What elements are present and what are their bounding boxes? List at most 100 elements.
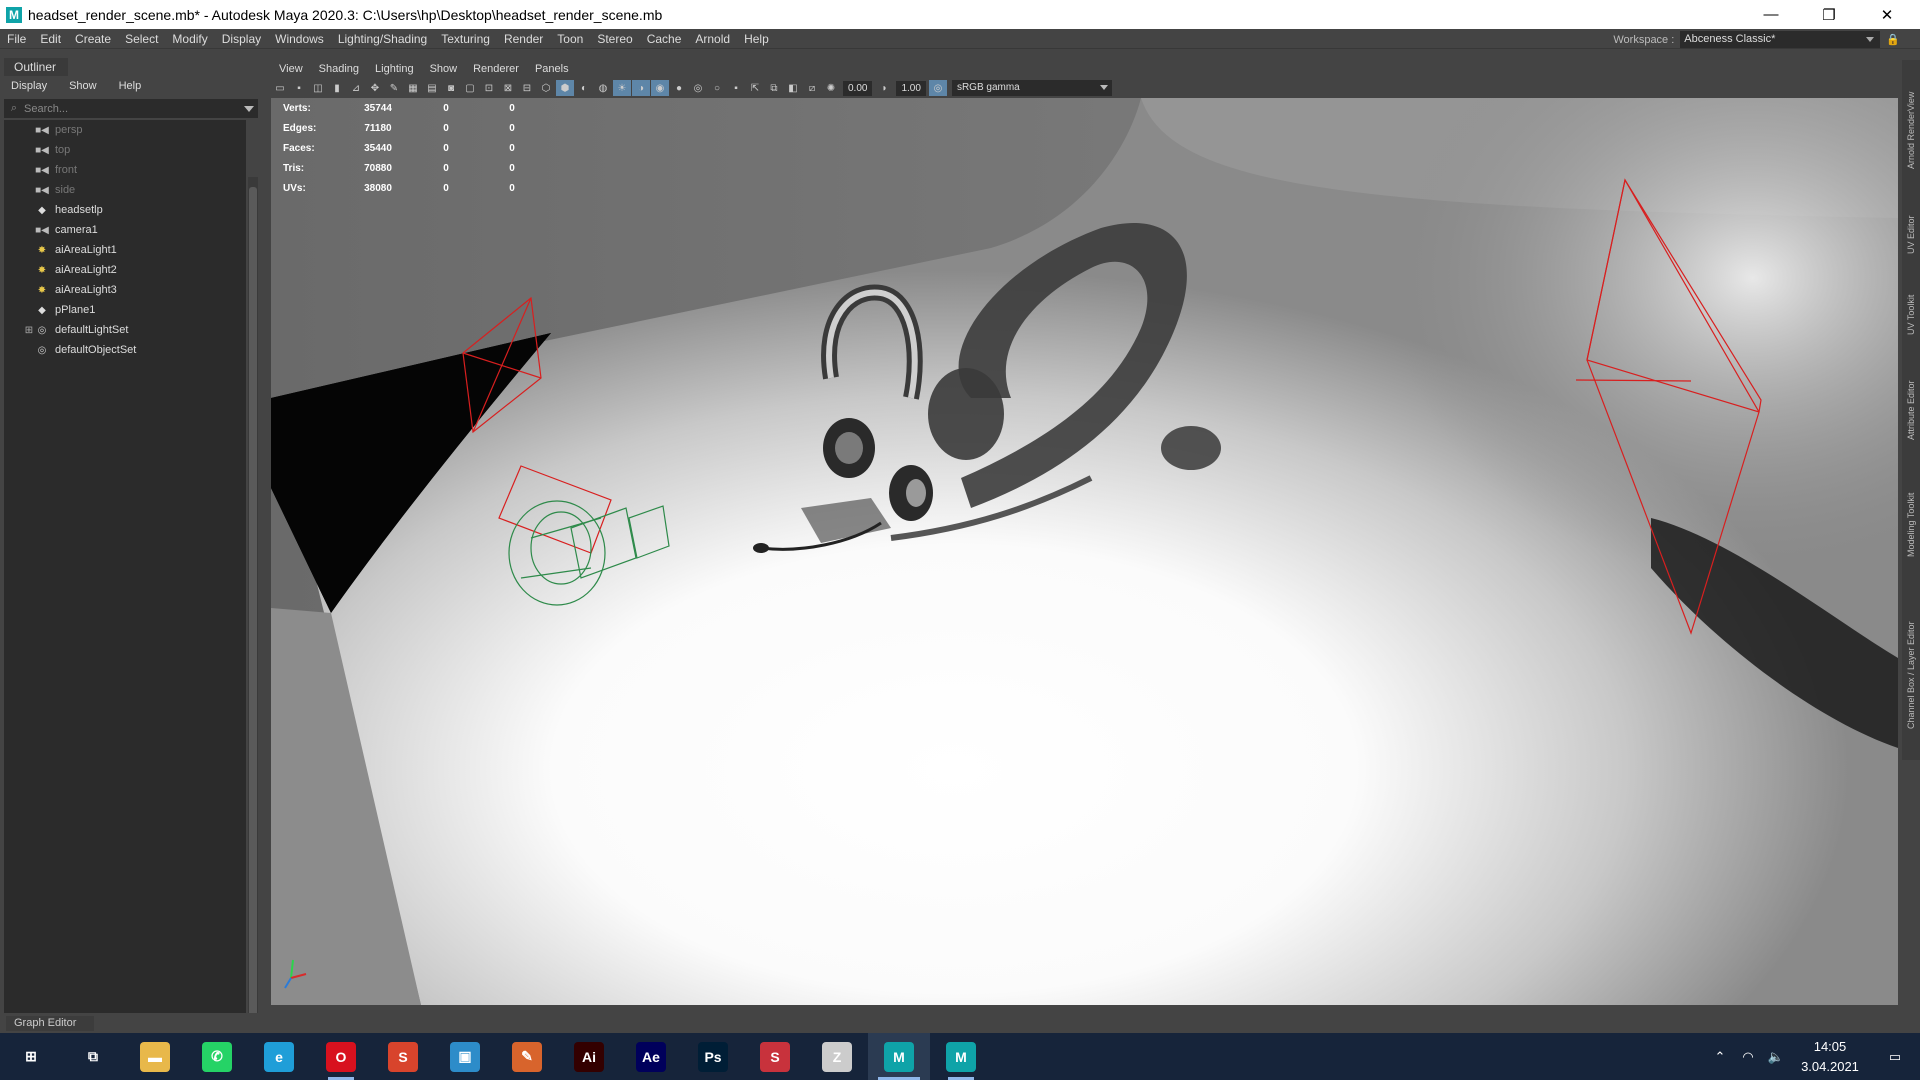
- menu-render[interactable]: Render: [497, 32, 550, 46]
- motion-blur-icon[interactable]: ●: [670, 80, 688, 96]
- outliner-item-top[interactable]: ■◀ top: [4, 140, 246, 160]
- outliner-item-aiarealight2[interactable]: ✸ aiAreaLight2: [4, 260, 246, 280]
- outliner-item-defaultlightset[interactable]: ⊞ ◎ defaultLightSet: [4, 320, 246, 340]
- outliner-item-headsetlp[interactable]: ◆ headsetlp: [4, 200, 246, 220]
- tab-uv-editor[interactable]: UV Editor: [1904, 200, 1918, 270]
- search-input[interactable]: Search...: [24, 103, 240, 115]
- outliner-menu-display[interactable]: Display: [0, 80, 58, 92]
- menu-create[interactable]: Create: [68, 32, 118, 46]
- viewport-3d[interactable]: Verts: 35744 0 0 Edges: 71180 0 0 Faces: 35440 0 0 T…: [271, 98, 1898, 1005]
- panel-menu-show[interactable]: Show: [422, 63, 466, 75]
- tab-arnold-renderview[interactable]: Arnold RenderView: [1904, 70, 1918, 190]
- exposure-field[interactable]: 0.00: [843, 80, 873, 96]
- panel-menu-renderer[interactable]: Renderer: [465, 63, 527, 75]
- taskbar-maya-2-button[interactable]: M: [930, 1033, 992, 1080]
- outliner-item-camera1[interactable]: ■◀ camera1: [4, 220, 246, 240]
- xray-icon[interactable]: ⇱: [746, 80, 764, 96]
- taskbar-illustrator-button[interactable]: Ai: [558, 1033, 620, 1080]
- menu-edit[interactable]: Edit: [33, 32, 68, 46]
- backface-icon[interactable]: ⧄: [803, 80, 821, 96]
- camera-attributes-icon[interactable]: ◫: [309, 80, 327, 96]
- lock-icon[interactable]: 🔒: [1886, 33, 1900, 46]
- expand-icon[interactable]: ⊞: [23, 325, 35, 336]
- menu-toon[interactable]: Toon: [550, 32, 590, 46]
- grid-icon[interactable]: ▦: [404, 80, 422, 96]
- depth-of-field-icon[interactable]: ○: [708, 80, 726, 96]
- wireframe-on-shaded-icon[interactable]: ◐: [575, 80, 593, 96]
- taskbar-maya-button[interactable]: M: [868, 1033, 930, 1080]
- gamma-icon[interactable]: ◗: [875, 80, 893, 96]
- isolate-select-icon[interactable]: ▪: [727, 80, 745, 96]
- taskbar-file-explorer-button[interactable]: ▬: [124, 1033, 186, 1080]
- menu-modify[interactable]: Modify: [165, 32, 214, 46]
- tab-modeling-toolkit[interactable]: Modeling Toolkit: [1904, 470, 1918, 580]
- exposure-icon[interactable]: ✺: [822, 80, 840, 96]
- outliner-item-aiarealight1[interactable]: ✸ aiAreaLight1: [4, 240, 246, 260]
- menu-texturing[interactable]: Texturing: [434, 32, 497, 46]
- grease-pencil-icon[interactable]: ✎: [385, 80, 403, 96]
- volume-icon[interactable]: 🔈: [1762, 1049, 1790, 1065]
- taskbar-substance-button[interactable]: S: [372, 1033, 434, 1080]
- taskbar-pencil-app-button[interactable]: ✎: [496, 1033, 558, 1080]
- shadows-icon[interactable]: ◑: [632, 80, 650, 96]
- panel-menu-panels[interactable]: Panels: [527, 63, 577, 75]
- 2d-pan-zoom-icon[interactable]: ✥: [366, 80, 384, 96]
- menu-lighting-shading[interactable]: Lighting/Shading: [331, 32, 434, 46]
- panel-menu-view[interactable]: View: [271, 63, 311, 75]
- taskbar-task-view-button[interactable]: ⧉: [62, 1033, 124, 1080]
- gate-mask-icon[interactable]: ▢: [461, 80, 479, 96]
- resolution-gate-icon[interactable]: ◙: [442, 80, 460, 96]
- menu-select[interactable]: Select: [118, 32, 165, 46]
- wireframe-icon[interactable]: ⬡: [537, 80, 555, 96]
- taskbar-start-button[interactable]: ⊞: [0, 1033, 62, 1080]
- graph-editor-tab[interactable]: Graph Editor: [6, 1016, 94, 1031]
- minimize-button[interactable]: —: [1748, 0, 1794, 29]
- taskbar-after-effects-button[interactable]: Ae: [620, 1033, 682, 1080]
- menu-display[interactable]: Display: [215, 32, 268, 46]
- outliner-item-persp[interactable]: ■◀ persp: [4, 120, 246, 140]
- menu-windows[interactable]: Windows: [268, 32, 331, 46]
- color-space-dropdown[interactable]: sRGB gamma: [951, 80, 1112, 96]
- workspace-dropdown[interactable]: Abceness Classic*: [1680, 31, 1881, 48]
- outliner-item-defaultobjectset[interactable]: ◎ defaultObjectSet: [4, 340, 246, 360]
- outliner-item-side[interactable]: ■◀ side: [4, 180, 246, 200]
- taskbar-zbrush-button[interactable]: Z: [806, 1033, 868, 1080]
- taskbar-opera-button[interactable]: O: [310, 1033, 372, 1080]
- safe-action-icon[interactable]: ⊠: [499, 80, 517, 96]
- gamma-field[interactable]: 1.00: [896, 80, 926, 96]
- close-button[interactable]: ✕: [1864, 0, 1910, 29]
- tab-channel-box-layer-editor[interactable]: Channel Box / Layer Editor: [1904, 590, 1918, 760]
- taskbar-app-box-button[interactable]: ▣: [434, 1033, 496, 1080]
- menu-file[interactable]: File: [0, 32, 33, 46]
- panel-menu-lighting[interactable]: Lighting: [367, 63, 422, 75]
- outliner-item-front[interactable]: ■◀ front: [4, 160, 246, 180]
- outliner-item-aiarealight3[interactable]: ✸ aiAreaLight3: [4, 280, 246, 300]
- notification-center-icon[interactable]: ▭: [1870, 1049, 1920, 1065]
- field-chart-icon[interactable]: ⊡: [480, 80, 498, 96]
- menu-arnold[interactable]: Arnold: [688, 32, 737, 46]
- film-gate-icon[interactable]: ▤: [423, 80, 441, 96]
- image-plane-icon[interactable]: ⊿: [347, 80, 365, 96]
- clock[interactable]: 14:05 3.04.2021: [1790, 1037, 1870, 1077]
- xray-components-icon[interactable]: ◧: [784, 80, 802, 96]
- outliner-menu-help[interactable]: Help: [108, 80, 153, 92]
- taskbar-whatsapp-button[interactable]: ✆: [186, 1033, 248, 1080]
- color-management-icon[interactable]: ◎: [928, 80, 947, 96]
- outliner-item-pplane1[interactable]: ◆ pPlane1: [4, 300, 246, 320]
- taskbar-photoshop-button[interactable]: Ps: [682, 1033, 744, 1080]
- search-options-chevron-icon[interactable]: [240, 99, 258, 118]
- menu-stereo[interactable]: Stereo: [590, 32, 639, 46]
- outliner-vertical-scrollbar[interactable]: [248, 177, 258, 1037]
- xray-joints-icon[interactable]: ⧉: [765, 80, 783, 96]
- ambient-occlusion-icon[interactable]: ◉: [651, 80, 669, 96]
- menu-cache[interactable]: Cache: [640, 32, 689, 46]
- lock-camera-icon[interactable]: ▪: [290, 80, 308, 96]
- maximize-button[interactable]: ❐: [1806, 0, 1852, 29]
- outliner-menu-show[interactable]: Show: [58, 80, 108, 92]
- menu-help[interactable]: Help: [737, 32, 776, 46]
- tab-uv-toolkit[interactable]: UV Toolkit: [1904, 280, 1918, 350]
- taskbar-substance-painter-button[interactable]: S: [744, 1033, 806, 1080]
- show-hidden-icons-icon[interactable]: ⌃: [1706, 1049, 1734, 1065]
- select-camera-icon[interactable]: ▭: [271, 80, 289, 96]
- smooth-shade-icon[interactable]: ⬢: [556, 80, 574, 96]
